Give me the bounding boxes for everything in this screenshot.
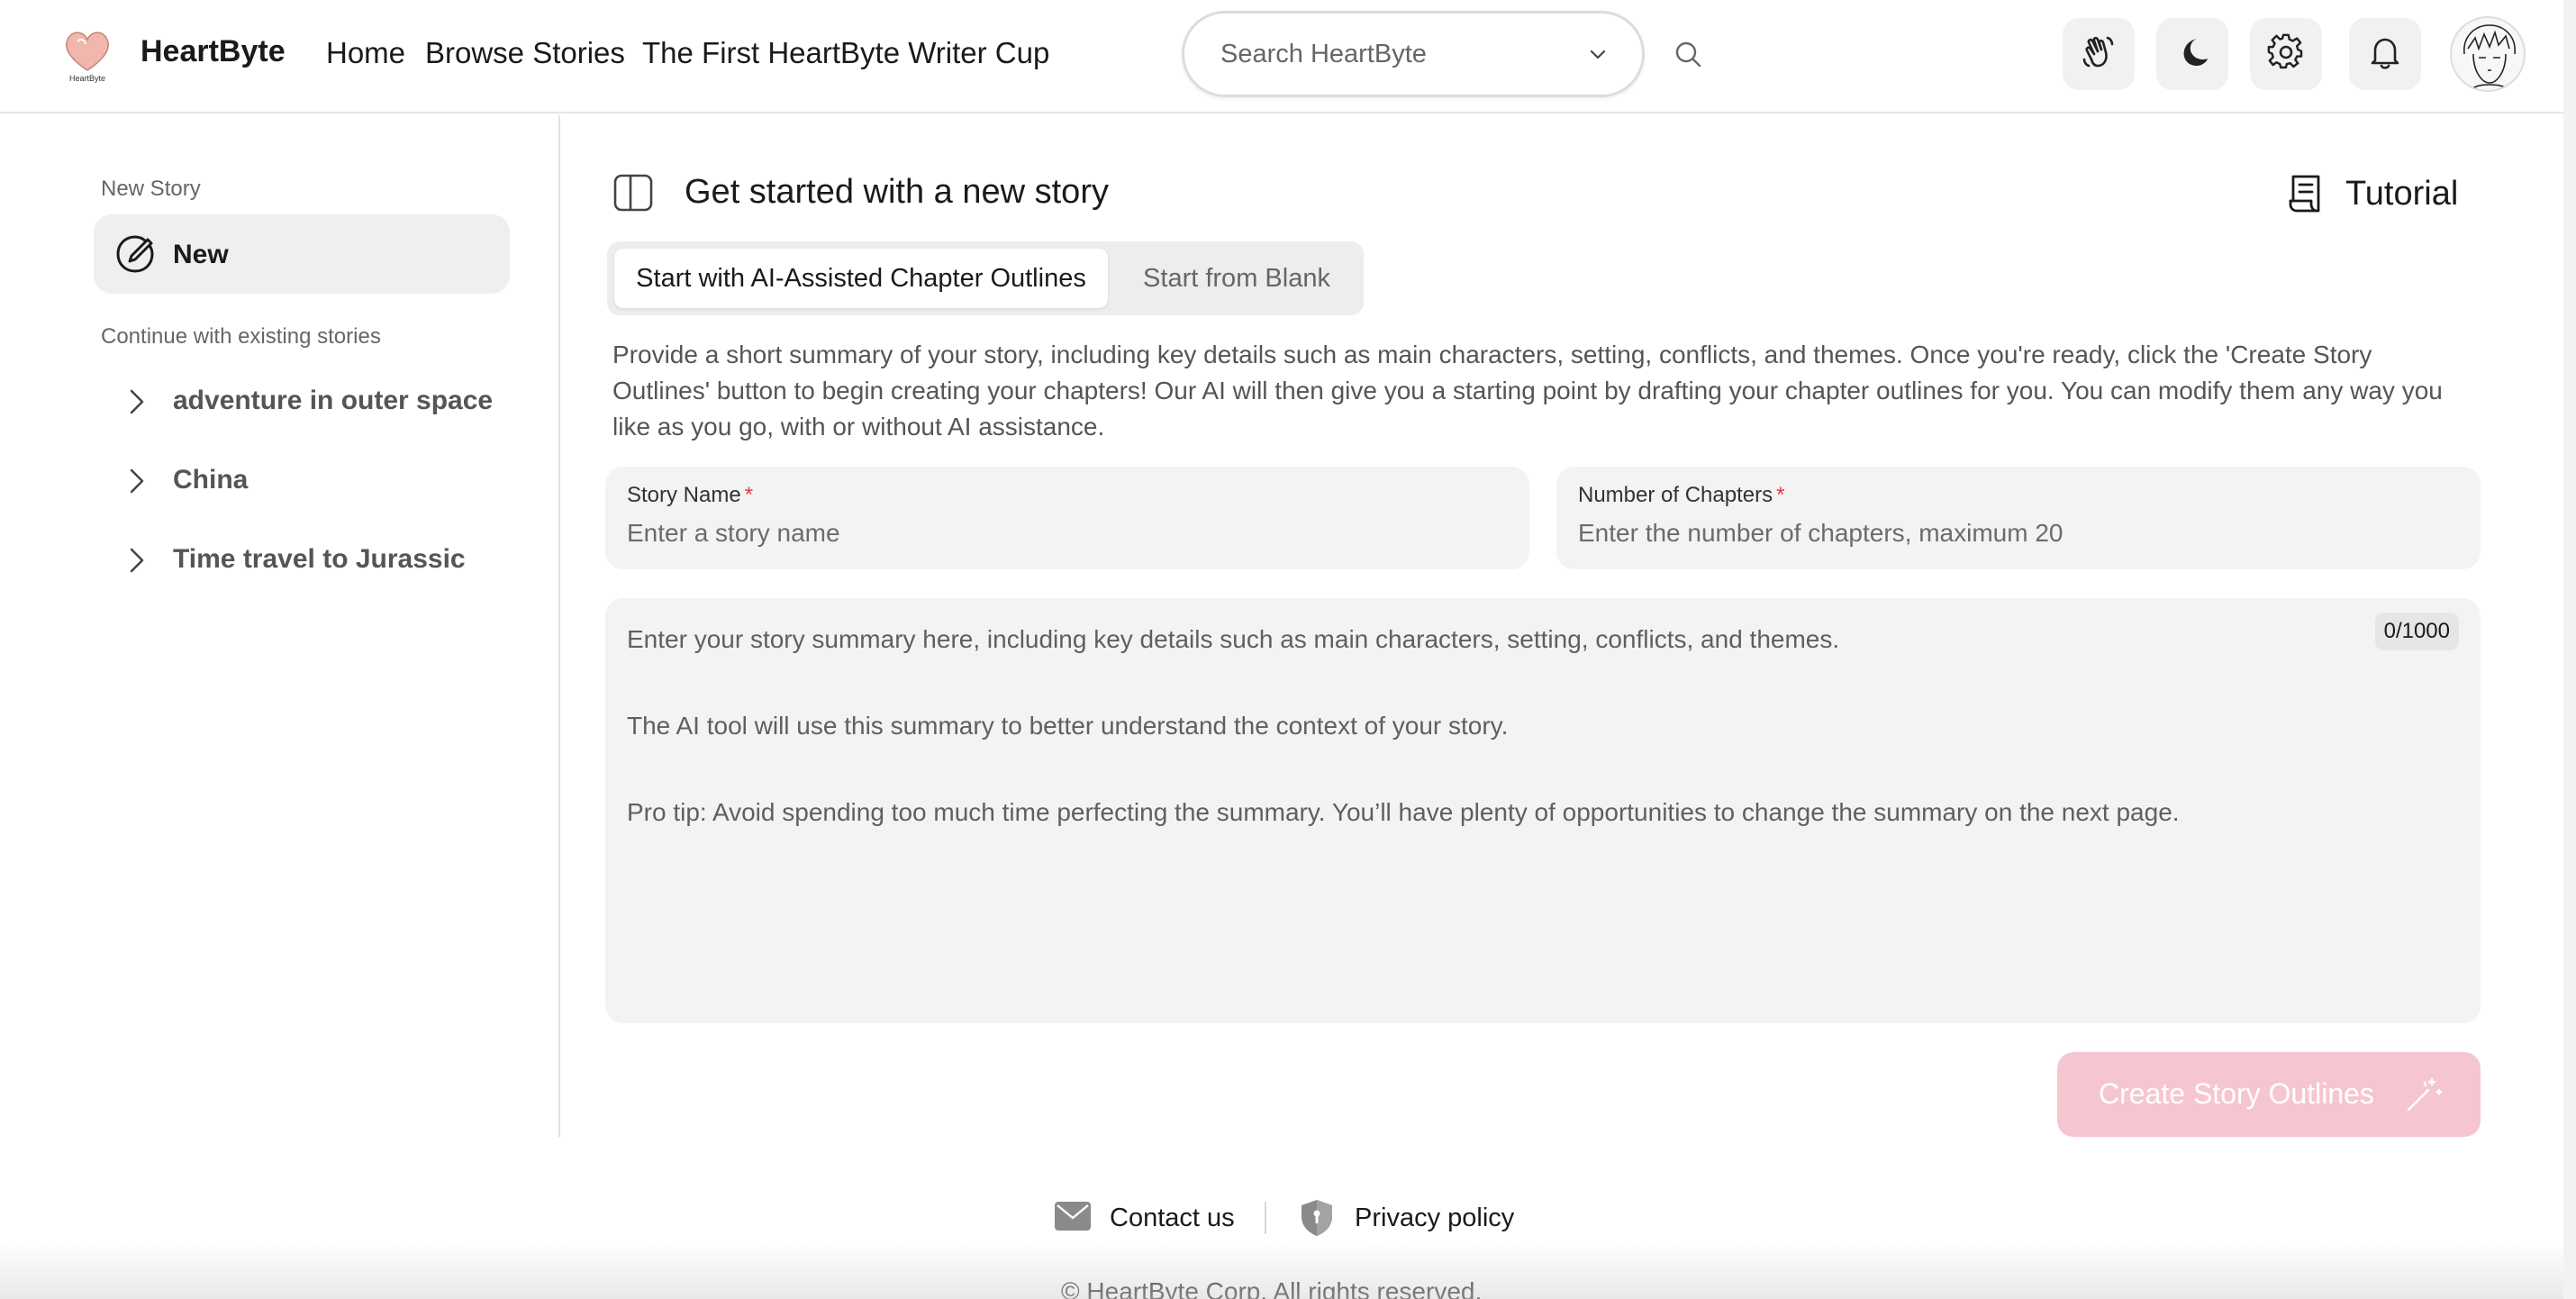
intro-text: Provide a short summary of your story, i… <box>612 341 2443 441</box>
brand-name[interactable]: HeartByte <box>141 34 286 69</box>
tutorial-label: Tutorial <box>2345 175 2459 213</box>
privacy-policy-link[interactable]: Privacy policy <box>1299 1198 1533 1238</box>
settings-button[interactable] <box>2250 18 2322 90</box>
document-icon <box>2286 173 2326 219</box>
scrollbar[interactable] <box>2563 0 2576 1299</box>
sidebar-item-story[interactable]: adventure in outer space <box>94 366 510 438</box>
story-name-label: Story Name * <box>627 483 754 507</box>
contact-us-link[interactable]: Contact us <box>1054 1198 1270 1238</box>
chevron-down-icon[interactable] <box>1588 44 1608 68</box>
chevron-right-icon <box>126 546 148 579</box>
story-name-field: Story Name * <box>605 467 1529 569</box>
heartbyte-logo[interactable]: HeartByte <box>58 23 117 83</box>
dark-mode-button[interactable] <box>2156 18 2228 90</box>
story-label: Time travel to Jurassic <box>173 544 466 574</box>
character-counter: 0/1000 <box>2374 613 2459 650</box>
required-mark: * <box>744 483 754 507</box>
nav-browse-stories[interactable]: Browse Stories <box>425 36 625 70</box>
chevron-right-icon <box>126 467 148 500</box>
create-button-label: Create Story Outlines <box>2099 1077 2374 1110</box>
notifications-button[interactable] <box>2349 18 2421 90</box>
search-input[interactable] <box>1220 33 1563 75</box>
existing-stories-section-label: Continue with existing stories <box>101 324 381 349</box>
chevron-right-icon <box>126 387 148 421</box>
tutorial-button[interactable]: Tutorial <box>2286 171 2459 219</box>
gear-icon <box>2266 32 2306 77</box>
story-label: adventure in outer space <box>173 386 494 415</box>
tab-ai-assisted[interactable]: Start with AI-Assisted Chapter Outlines <box>614 249 1108 308</box>
sidebar-item-new[interactable]: New <box>94 214 510 294</box>
moon-icon <box>2173 33 2211 76</box>
page-title: Get started with a new story <box>685 173 1109 211</box>
contact-us-label: Contact us <box>1110 1204 1235 1232</box>
chapters-label: Number of Chapters * <box>1578 483 1785 507</box>
new-story-section-label: New Story <box>101 177 201 201</box>
bell-icon <box>2366 33 2404 76</box>
shield-icon <box>1299 1198 1335 1242</box>
wave-hand-icon <box>2079 32 2118 77</box>
mail-icon <box>1054 1200 1092 1237</box>
chapters-input[interactable] <box>1578 513 2410 553</box>
search-icon[interactable] <box>1672 38 1704 70</box>
footer-divider <box>1265 1202 1266 1234</box>
nav-writer-cup[interactable]: The First HeartByte Writer Cup <box>642 36 1049 70</box>
story-name-input[interactable] <box>627 513 1459 553</box>
start-mode-tabs: Start with AI-Assisted Chapter Outlines … <box>607 241 1364 315</box>
edit-icon <box>113 232 157 280</box>
sidebar-toggle-icon[interactable] <box>612 173 654 217</box>
sidebar-item-story[interactable]: Time travel to Jurassic <box>94 524 510 596</box>
tab-start-from-blank[interactable]: Start from Blank <box>1119 249 1355 308</box>
sidebar-item-story[interactable]: China <box>94 445 510 517</box>
top-header: HeartByte HeartByte Home Browse Stories … <box>0 0 2576 114</box>
wave-hand-button[interactable] <box>2063 18 2135 90</box>
story-label: China <box>173 465 249 495</box>
search-box <box>1182 11 1645 97</box>
summary-textarea[interactable] <box>627 618 2410 996</box>
chapters-field: Number of Chapters * <box>1556 467 2481 569</box>
logo-text: HeartByte <box>69 74 105 83</box>
sidebar: New Story New Continue with existing sto… <box>0 115 560 1137</box>
privacy-policy-label: Privacy policy <box>1355 1204 1515 1232</box>
summary-field: 0/1000 <box>605 598 2481 1023</box>
create-story-outlines-button[interactable]: Create Story Outlines <box>2057 1052 2481 1137</box>
sidebar-item-new-label: New <box>173 240 229 269</box>
magic-wand-icon <box>2403 1074 2444 1120</box>
nav-home[interactable]: Home <box>326 36 405 70</box>
user-avatar[interactable] <box>2450 16 2526 92</box>
copyright-text: © HeartByte Corp. All rights reserved. <box>1061 1277 1483 1299</box>
required-mark: * <box>1776 483 1785 507</box>
